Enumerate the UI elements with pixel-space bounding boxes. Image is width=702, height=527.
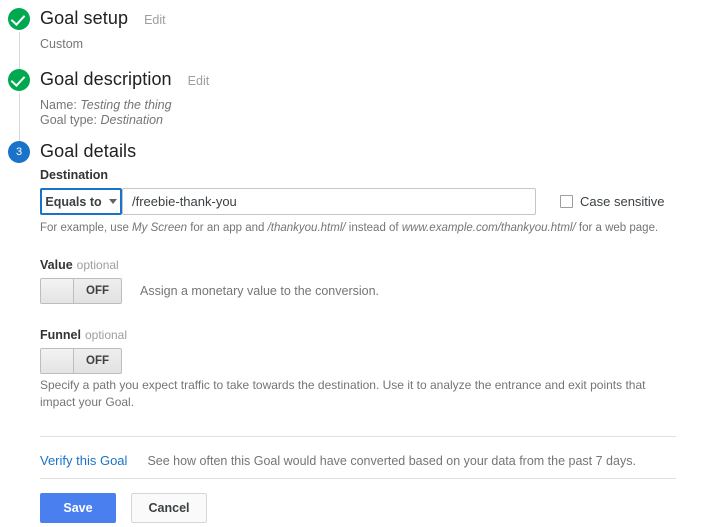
goal-name-value: Testing the thing bbox=[80, 98, 172, 112]
funnel-label: Funnel optional bbox=[40, 328, 127, 342]
step-3-title: Goal details bbox=[40, 141, 137, 161]
divider-top bbox=[40, 436, 676, 437]
verify-row: Verify this Goal See how often this Goal… bbox=[40, 453, 636, 468]
step-2-title: Goal description bbox=[40, 69, 172, 89]
funnel-description: Specify a path you expect traffic to tak… bbox=[40, 378, 646, 409]
funnel-toggle[interactable]: OFF bbox=[40, 348, 122, 374]
helper-prefix: For example, use bbox=[40, 222, 133, 234]
case-sensitive-label: Case sensitive bbox=[580, 194, 665, 209]
destination-url-input[interactable] bbox=[122, 188, 536, 215]
check-icon bbox=[10, 11, 26, 26]
helper-example-app: My Screen bbox=[132, 222, 188, 234]
helper-example-url: www.example.com/thankyou.html/ bbox=[401, 222, 576, 234]
step-1-title: Goal setup bbox=[40, 8, 129, 28]
funnel-toggle-state: OFF bbox=[74, 349, 121, 373]
step-3-number: 3 bbox=[15, 146, 23, 158]
helper-suffix: for a web page. bbox=[575, 222, 659, 234]
goal-name-row: Name: Testing the thing bbox=[40, 98, 702, 113]
match-type-select[interactable]: Equals to bbox=[40, 188, 122, 215]
check-circle-icon bbox=[8, 69, 30, 91]
step-1-summary: Custom bbox=[40, 37, 84, 51]
check-icon bbox=[10, 72, 26, 87]
helper-mid-1: for an app and bbox=[187, 222, 268, 234]
verify-this-goal-link[interactable]: Verify this Goal bbox=[40, 453, 127, 468]
case-sensitive-toggle[interactable]: Case sensitive bbox=[560, 194, 665, 209]
stepper-connector-1 bbox=[18, 32, 20, 72]
edit-goal-setup-link[interactable]: Edit bbox=[144, 13, 166, 27]
step-goal-details: 3 Goal details bbox=[0, 141, 702, 165]
goal-type-label: Goal type: bbox=[40, 113, 97, 127]
funnel-toggle-row: OFF bbox=[40, 348, 122, 374]
funnel-optional-label: optional bbox=[84, 328, 128, 342]
step-goal-setup: Goal setup Edit Custom bbox=[0, 8, 702, 52]
value-toggle[interactable]: OFF bbox=[40, 278, 122, 304]
value-description: Assign a monetary value to the conversio… bbox=[140, 284, 380, 298]
check-circle-icon bbox=[8, 8, 30, 30]
helper-example-path: /thankyou.html/ bbox=[267, 222, 346, 234]
destination-label: Destination bbox=[40, 168, 109, 182]
divider-bottom bbox=[40, 478, 676, 479]
cancel-button[interactable]: Cancel bbox=[131, 493, 207, 523]
value-toggle-row: OFF Assign a monetary value to the conve… bbox=[40, 278, 379, 304]
step-goal-description: Goal description Edit Name: Testing the … bbox=[0, 69, 702, 128]
goal-name-label: Name: bbox=[40, 98, 77, 112]
step-2-marker bbox=[8, 69, 32, 93]
destination-row: Equals to bbox=[40, 188, 536, 215]
case-sensitive-checkbox[interactable] bbox=[560, 195, 573, 208]
edit-goal-description-link[interactable]: Edit bbox=[188, 74, 210, 88]
goal-type-value: Destination bbox=[100, 113, 164, 127]
funnel-toggle-thumb[interactable] bbox=[41, 349, 74, 373]
destination-helper-text: For example, use My Screen for an app an… bbox=[40, 220, 680, 236]
value-toggle-state: OFF bbox=[74, 279, 121, 303]
funnel-label-text: Funnel bbox=[40, 328, 81, 342]
value-toggle-thumb[interactable] bbox=[41, 279, 74, 303]
value-optional-label: optional bbox=[76, 258, 119, 272]
value-label: Value optional bbox=[40, 258, 119, 272]
stepper-connector-2 bbox=[18, 93, 20, 141]
verify-description: See how often this Goal would have conve… bbox=[147, 454, 636, 468]
match-type-value: Equals to bbox=[45, 194, 102, 209]
helper-mid-2: instead of bbox=[345, 222, 402, 234]
step-2-summary: Name: Testing the thing Goal type: Desti… bbox=[40, 98, 702, 128]
step-3-marker: 3 bbox=[8, 141, 32, 165]
goal-type-row: Goal type: Destination bbox=[40, 113, 702, 128]
chevron-down-icon bbox=[108, 199, 117, 204]
save-button[interactable]: Save bbox=[40, 493, 116, 523]
value-label-text: Value bbox=[40, 258, 73, 272]
step-1-marker bbox=[8, 8, 32, 32]
step-number-circle: 3 bbox=[8, 141, 30, 163]
